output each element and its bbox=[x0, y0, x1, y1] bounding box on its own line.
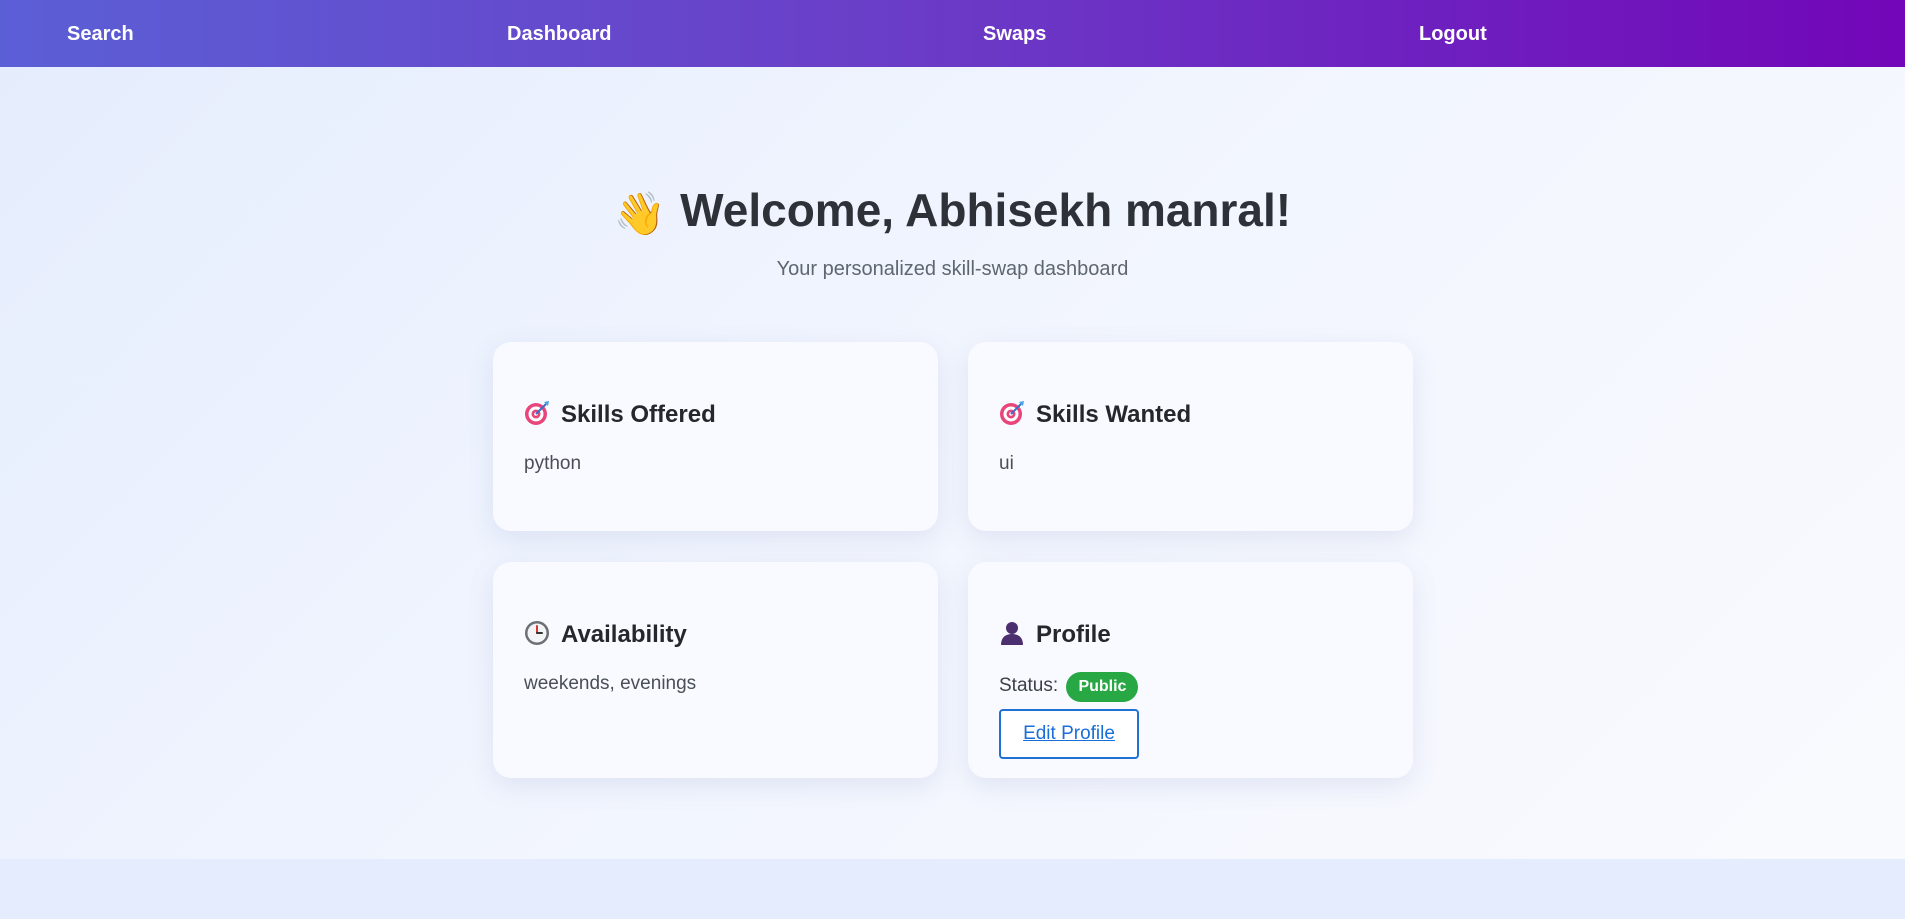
status-badge: Public bbox=[1066, 672, 1139, 702]
card-title-text: Skills Offered bbox=[561, 401, 716, 428]
card-title: Profile bbox=[999, 620, 1111, 650]
skills-wanted-card: Skills Wanted ui bbox=[968, 342, 1413, 531]
top-navbar: Search Dashboard Swaps Logout bbox=[0, 0, 1905, 67]
page-footer-band bbox=[0, 859, 1905, 919]
nav-logout-link[interactable]: Logout bbox=[1419, 0, 1487, 67]
card-title: Skills Wanted bbox=[999, 400, 1191, 430]
profile-card: Profile Status: Public Edit Profile bbox=[968, 562, 1413, 778]
dashboard-main: 👋 Welcome, Abhisekh manral! Your personal… bbox=[0, 67, 1905, 859]
card-title-text: Profile bbox=[1036, 621, 1111, 648]
card-title: Availability bbox=[524, 620, 687, 650]
availability-card: Availability weekends, evenings bbox=[493, 562, 938, 778]
profile-status-row: Status: Public bbox=[999, 672, 1139, 702]
edit-profile-button[interactable]: Edit Profile bbox=[999, 709, 1139, 759]
nav-search-link[interactable]: Search bbox=[67, 0, 134, 67]
card-title-text: Availability bbox=[561, 621, 687, 648]
user-icon bbox=[1001, 622, 1023, 645]
availability-value: weekends, evenings bbox=[524, 673, 697, 694]
target-icon bbox=[1000, 401, 1024, 425]
nav-dashboard-link[interactable]: Dashboard bbox=[507, 0, 611, 67]
status-label: Status: bbox=[999, 675, 1059, 696]
waving-hand-icon: 👋 bbox=[613, 190, 667, 237]
page-title: 👋 Welcome, Abhisekh manral! bbox=[0, 180, 1905, 244]
target-icon bbox=[525, 401, 549, 425]
clock-icon bbox=[525, 621, 549, 645]
skills-offered-value: python bbox=[524, 453, 582, 474]
skills-wanted-value: ui bbox=[999, 453, 1014, 474]
card-title: Skills Offered bbox=[524, 400, 716, 430]
page-subtitle: Your personalized skill-swap dashboard bbox=[776, 258, 1129, 280]
nav-swaps-link[interactable]: Swaps bbox=[983, 0, 1046, 67]
welcome-text: Welcome, Abhisekh manral! bbox=[680, 184, 1292, 236]
card-title-text: Skills Wanted bbox=[1036, 401, 1192, 428]
skills-offered-card: Skills Offered python bbox=[493, 342, 938, 531]
